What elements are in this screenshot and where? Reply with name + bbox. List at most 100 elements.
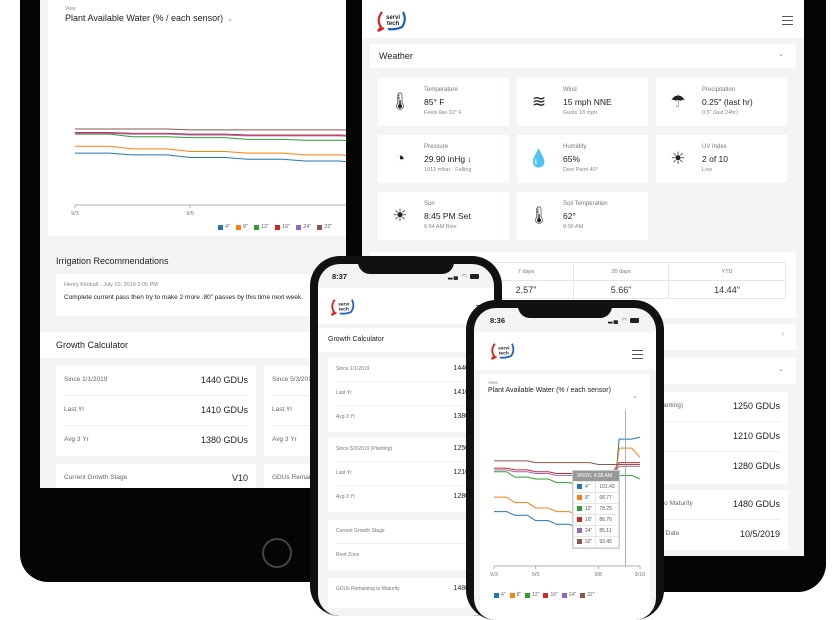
precip-value: 5.66" — [573, 280, 670, 299]
legend-swatch — [317, 224, 323, 230]
legend-item[interactable]: 16" — [275, 224, 290, 230]
pav-chart-card: View Plant Available Water (% / each sen… — [48, 0, 348, 236]
legend-label: 16" — [550, 592, 558, 598]
weather-tile: 💧 Humidity 65% Dew Point 40° — [517, 135, 648, 183]
phone-notch — [518, 300, 612, 318]
legend-swatch — [254, 224, 260, 230]
stat-row: Since 1/1/2019 1440 GDUs — [64, 366, 248, 396]
soil-thermometer-icon: 🌡 — [528, 206, 550, 225]
chart-tooltip: 9/9/20, 4:38 AM 4" 101.43 8" 68.77 12" 78.25 1… — [572, 470, 620, 549]
weather-label: Pressure — [424, 144, 449, 150]
legend-item[interactable]: 32" — [580, 592, 595, 598]
view-label: View — [488, 380, 498, 385]
stat-value: 1440 GDUs — [200, 375, 248, 385]
legend-label: 4" — [501, 592, 506, 598]
legend-swatch — [577, 495, 582, 501]
x-tick-label: 9/3 — [71, 211, 79, 217]
chevron-right-icon: › — [781, 331, 784, 338]
legend-label: 24" — [568, 592, 577, 598]
stat-row: Avg 3 Yr 1380 GDUs — [64, 426, 248, 456]
legend-item[interactable]: 8" — [509, 592, 522, 598]
weather-tile: 🌡 Soil Temperation 62° 8:00 AM — [517, 192, 648, 240]
legend-swatch — [275, 224, 281, 230]
precip-header: YTD — [668, 262, 786, 281]
legend-swatch — [296, 224, 302, 230]
home-button[interactable] — [262, 538, 292, 568]
weather-label: UV Index — [702, 144, 727, 150]
stat-label: Last Yr — [336, 390, 352, 396]
view-select[interactable]: Plant Available Water (% / each sensor) — [488, 386, 638, 396]
legend-item[interactable]: 8" — [236, 224, 248, 230]
weather-tile: ≋ Wind 15 mph NNE Gusts 18 mph — [517, 78, 648, 126]
legend-item[interactable]: 32" — [317, 224, 332, 230]
top-bar: servi tech — [474, 332, 656, 370]
tooltip-row: 32" 93.45 — [572, 536, 619, 548]
phone-chart-screen: servi tech 8:36 ▂▄ ◠ View Plant Available… — [474, 308, 656, 620]
tooltip-series: 4" — [585, 484, 590, 490]
stat-label: Last Yr — [272, 406, 293, 413]
legend-swatch — [509, 592, 515, 598]
stat-label: Since 5/3/2019 (Planting) — [336, 446, 393, 452]
legend-label: 8" — [516, 592, 522, 598]
servitech-logo: servitech — [330, 299, 355, 316]
irrigation-card: Irrigation Recommendations Henry Kimball… — [48, 244, 348, 324]
phone-notch — [358, 256, 454, 274]
gauge-icon: ◔ — [394, 149, 406, 168]
legend-item[interactable]: 12" — [254, 224, 269, 230]
irrigation-author: Henry Kimball - July 10, 2019 2:05 PM — [64, 282, 158, 288]
left-tablet-screen: View Plant Available Water (% / each sen… — [40, 0, 350, 488]
tooltip-series: 8" — [585, 495, 590, 501]
legend-item[interactable]: 4" — [494, 592, 506, 598]
stat-row: Last Yr 1410 GDUs — [64, 396, 248, 426]
tooltip-row: 8" 68.77 — [572, 492, 619, 504]
umbrella-icon: ☂ — [670, 92, 686, 111]
legend-swatch — [580, 592, 586, 598]
weather-header[interactable]: Weather ⌄ — [370, 44, 796, 68]
tooltip-value: 68.77 — [595, 492, 619, 504]
legend-label: 32" — [587, 592, 595, 598]
weather-value: 29.90 inHg ↓ — [424, 154, 472, 164]
stat-label: Avg 3 Yr — [272, 436, 297, 443]
irrigation-title: Irrigation Recommendations — [56, 256, 169, 266]
x-tick-label: 9/5 — [532, 572, 540, 578]
thermometer-icon: 🌡 — [389, 92, 411, 111]
legend-label: 16" — [282, 224, 291, 230]
stat-label: Avg 3 Yr — [336, 414, 355, 420]
weather-subtext: 0.5" (last 24hr) — [702, 110, 738, 116]
logo-text: tech — [387, 21, 400, 27]
tooltip-series: 32" — [585, 539, 593, 545]
hamburger-menu-icon[interactable] — [632, 350, 643, 359]
weather-label: Humidity — [563, 144, 587, 150]
legend-item[interactable]: 24" — [296, 224, 311, 230]
legend-item[interactable]: 24" — [561, 592, 577, 598]
weather-subtext: 1012 mbar · Falling — [424, 167, 472, 173]
weather-value: 62° — [563, 211, 576, 221]
hamburger-menu-icon[interactable] — [782, 16, 793, 25]
legend-label: 12" — [532, 592, 540, 598]
weather-value: 65% — [563, 154, 581, 164]
logo-text: tech — [499, 350, 509, 356]
tooltip-row: 4" 101.43 — [572, 481, 619, 493]
growth-calculator-header: Growth Calculator — [40, 332, 350, 358]
legend-item[interactable]: 4" — [218, 224, 230, 230]
weather-label: Sun — [424, 201, 435, 207]
legend-swatch — [577, 528, 582, 534]
tooltip-value: 93.45 — [595, 536, 619, 548]
x-tick-label: 9/5 — [186, 211, 194, 217]
legend-item[interactable]: 16" — [543, 592, 558, 598]
stat-value: V10 — [231, 473, 248, 483]
view-select[interactable]: Plant Available Water (% / each sensor) ⌄ — [65, 13, 233, 23]
legend-swatch — [577, 484, 582, 490]
legend-item[interactable]: 12" — [525, 592, 539, 598]
left-tablet: View Plant Available Water (% / each sen… — [20, 0, 350, 582]
legend-swatch — [577, 539, 582, 545]
weather-label: Soil Temperation — [563, 201, 608, 207]
weather-tile: ☀ UV Index 2 of 10 Low — [656, 135, 787, 183]
weather-tile: ☂ Precipitation 0.25" (last hr) 0.5" (last … — [656, 78, 787, 126]
stat-label: Current Growth Stage — [64, 474, 128, 481]
view-select-value: Plant Available Water (% / each sensor) — [65, 13, 224, 23]
pav-chart: 9/3 9/5 — [71, 128, 348, 217]
series-line-1 — [75, 145, 348, 157]
stat-label: Since 1/1/2019 — [336, 366, 370, 372]
legend-swatch — [577, 517, 582, 523]
